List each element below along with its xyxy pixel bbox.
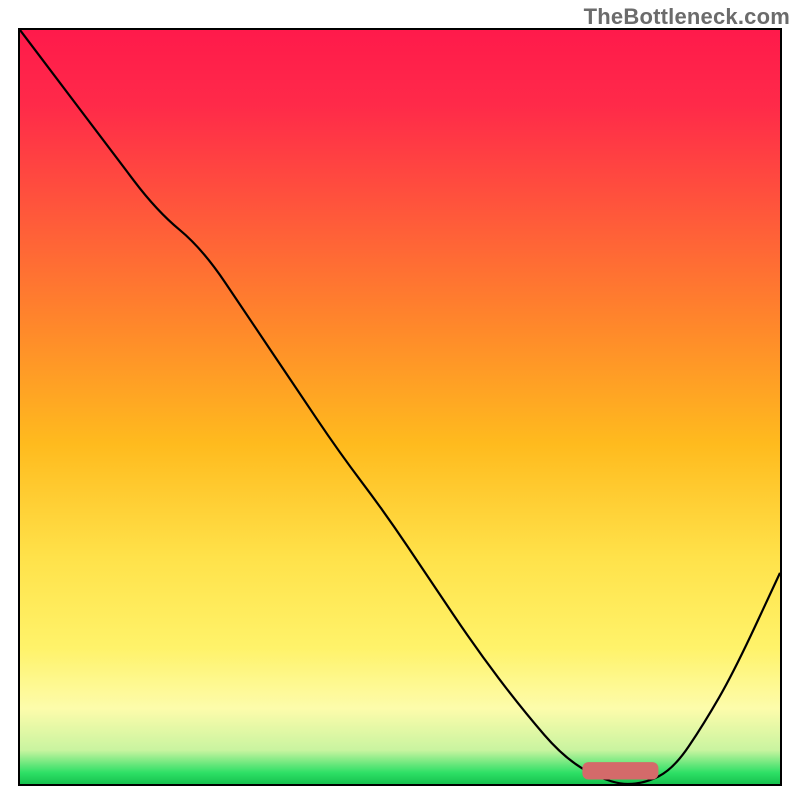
optimal-zone-marker	[582, 762, 658, 779]
plot-frame	[18, 28, 782, 786]
bottleneck-plot	[20, 30, 780, 784]
chart-stage: TheBottleneck.com	[0, 0, 800, 800]
heat-background	[20, 30, 780, 784]
watermark-text: TheBottleneck.com	[584, 4, 790, 30]
